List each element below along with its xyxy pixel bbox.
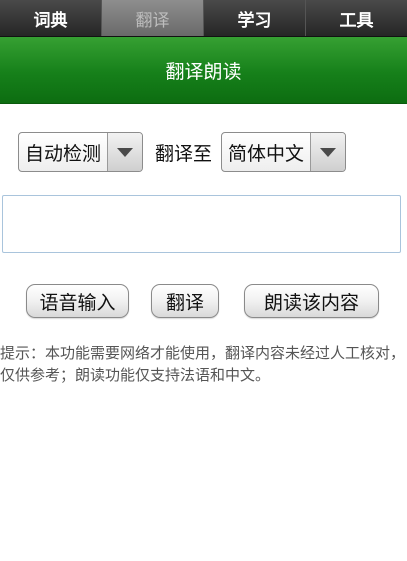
- translate-to-label: 翻译至: [155, 142, 213, 165]
- tab-study[interactable]: 学习: [204, 0, 306, 36]
- tab-dictionary[interactable]: 词典: [0, 0, 102, 36]
- tab-tools[interactable]: 工具: [306, 0, 407, 36]
- translate-button[interactable]: 翻译: [151, 284, 219, 318]
- page-title: 翻译朗读: [0, 37, 407, 104]
- hint-text: 提示：本功能需要网络才能使用，翻译内容未经过人工核对，仅供参考；朗读功能仅支持法…: [0, 344, 406, 384]
- app-window: 词典 翻译 学习 工具 翻译朗读 自动检测 翻译至 简体中文 语音输入 翻译 朗…: [0, 0, 407, 561]
- language-row: 自动检测 翻译至 简体中文: [18, 131, 390, 173]
- target-language-value: 简体中文: [228, 142, 305, 165]
- source-language-value: 自动检测: [25, 142, 102, 165]
- action-buttons: 语音输入 翻译 朗读该内容: [0, 284, 407, 320]
- chevron-down-icon: [107, 133, 143, 171]
- voice-input-button[interactable]: 语音输入: [26, 284, 129, 318]
- chevron-down-icon: [310, 133, 346, 171]
- read-content-button[interactable]: 朗读该内容: [244, 284, 379, 318]
- translation-input[interactable]: [2, 195, 401, 253]
- target-language-select[interactable]: 简体中文: [221, 132, 347, 172]
- source-language-select[interactable]: 自动检测: [18, 132, 144, 172]
- tab-translate[interactable]: 翻译: [102, 0, 204, 36]
- top-tab-bar: 词典 翻译 学习 工具: [0, 0, 407, 37]
